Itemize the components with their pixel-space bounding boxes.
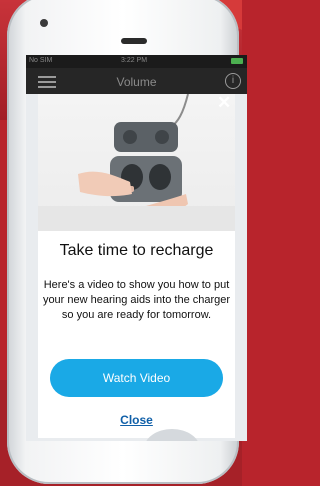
close-link[interactable]: Close [38, 413, 235, 427]
nav-bar: Volume i [26, 68, 247, 94]
watch-video-button[interactable]: Watch Video [50, 359, 223, 397]
close-icon[interactable]: ✕ [217, 94, 231, 111]
phone-frame: No SIM 3:22 PM Volume i ✕ Take time to r… [7, 0, 247, 484]
speaker-grille [121, 38, 147, 44]
camera-icon [40, 19, 48, 27]
carrier-label: No SIM [29, 57, 53, 64]
battery-icon [231, 58, 243, 64]
info-icon[interactable]: i [225, 73, 241, 89]
charger-illustration [38, 94, 235, 231]
clock: 3:22 PM [121, 57, 148, 64]
status-bar: No SIM 3:22 PM [26, 55, 247, 68]
modal-body: Here's a video to show you how to put yo… [42, 279, 231, 321]
page-title: Volume [116, 75, 157, 89]
recharge-modal: ✕ Take time to recharge Here's a video t… [38, 94, 235, 438]
modal-title: Take time to recharge [59, 242, 214, 259]
phone-screen: No SIM 3:22 PM Volume i ✕ Take time to r… [26, 55, 247, 441]
